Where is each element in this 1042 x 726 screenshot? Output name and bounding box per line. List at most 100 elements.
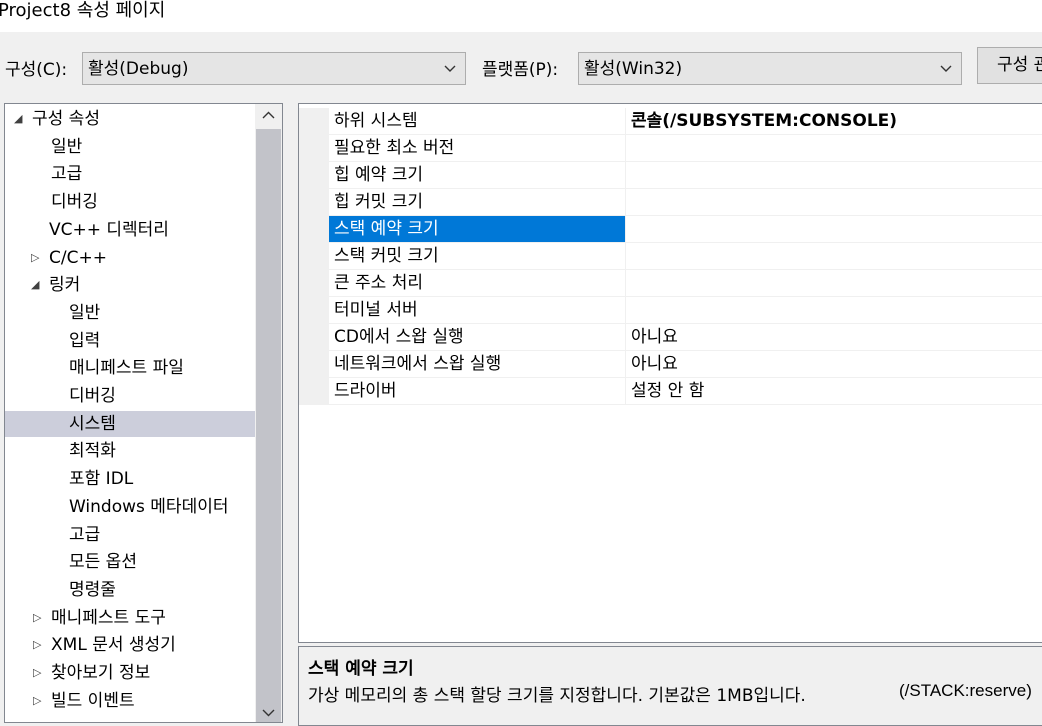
- tree-item[interactable]: ◢ 구성 속성: [5, 106, 256, 132]
- property-name[interactable]: 네트워크에서 스왑 실행: [329, 351, 626, 378]
- tree-item-label: 명령줄: [69, 579, 116, 600]
- tree-item-label: 링커: [49, 275, 81, 296]
- property-name[interactable]: 터미널 서버: [329, 297, 626, 324]
- tree-item[interactable]: 매니페스트 파일: [5, 355, 256, 381]
- row-gutter: [299, 216, 329, 243]
- tree-item[interactable]: ▷ C/C++: [5, 245, 256, 271]
- property-value[interactable]: [626, 270, 1042, 297]
- property-row[interactable]: 힙 커밋 크기: [299, 189, 1042, 216]
- tree-item[interactable]: 디버깅: [5, 383, 256, 409]
- tree-item[interactable]: 디버깅: [5, 189, 256, 215]
- tree-item-label: 디버깅: [69, 386, 116, 406]
- property-name[interactable]: 드라이버: [329, 378, 626, 405]
- description-title: 스택 예약 크기: [308, 659, 414, 679]
- property-row[interactable]: 필요한 최소 버전: [299, 135, 1042, 162]
- tree-item-label: VC++ 디렉터리: [49, 219, 169, 240]
- tree-item[interactable]: ▷ XML 문서 생성기: [5, 632, 256, 658]
- property-value[interactable]: 콘솔(/SUBSYSTEM:CONSOLE): [626, 108, 1042, 135]
- tree-item-label: 구성 속성: [32, 109, 100, 129]
- row-gutter: [299, 351, 329, 378]
- window-title: Project8 속성 페이지: [0, 0, 166, 21]
- tree-item-label: 일반: [51, 136, 83, 157]
- description-text: 가상 메모리의 총 스택 할당 크기를 지정합니다. 기본값은 1MB입니다.: [308, 686, 806, 706]
- tree-item-label: 입력: [69, 330, 101, 351]
- property-row[interactable]: 드라이버 설정 안 함: [299, 378, 1042, 405]
- property-name[interactable]: 힙 예약 크기: [329, 162, 626, 189]
- property-row[interactable]: 힙 예약 크기: [299, 162, 1042, 189]
- tree-item-label: 시스템: [69, 413, 116, 434]
- tree-item-label: 매니페스트 파일: [69, 358, 184, 379]
- property-value[interactable]: [626, 189, 1042, 216]
- tree-item[interactable]: VC++ 디렉터리: [5, 217, 256, 243]
- property-row[interactable]: 하위 시스템 콘솔(/SUBSYSTEM:CONSOLE): [299, 108, 1042, 135]
- property-value[interactable]: 아니요: [626, 324, 1042, 351]
- tree-item-label: C/C++: [49, 247, 107, 268]
- property-value[interactable]: [626, 297, 1042, 324]
- tree-item-label: 최적화: [69, 441, 116, 462]
- property-row[interactable]: 큰 주소 처리: [299, 270, 1042, 297]
- tree-item[interactable]: 포함 IDL: [5, 466, 256, 492]
- property-name[interactable]: 스택 예약 크기: [329, 216, 626, 243]
- property-name[interactable]: 하위 시스템: [329, 108, 626, 135]
- property-name[interactable]: CD에서 스왑 실행: [329, 324, 626, 351]
- property-grid: 하위 시스템 콘솔(/SUBSYSTEM:CONSOLE) 필요한 최소 버전 힙 예…: [298, 103, 1042, 643]
- config-value: 활성(Debug): [88, 59, 189, 79]
- property-tree[interactable]: ◢ 구성 속성 일반 고급 디버깅 VC++ 디렉터리 ▷ C/C++ ◢ 링커 일반 입력 매니페스트…: [4, 103, 283, 723]
- row-gutter: [299, 189, 329, 216]
- tree-item[interactable]: ◢ 링커: [5, 272, 256, 298]
- chevron-down-icon[interactable]: [261, 705, 276, 720]
- property-value[interactable]: [626, 135, 1042, 162]
- tree-item[interactable]: ▷ 매니페스트 도구: [5, 605, 256, 631]
- tree-item[interactable]: 일반: [5, 300, 256, 326]
- tree-item[interactable]: 시스템: [5, 410, 256, 437]
- property-value[interactable]: [626, 216, 1042, 243]
- tree-item[interactable]: 모든 옵션: [5, 549, 256, 575]
- title-bar: Project8 속성 페이지: [0, 0, 1042, 32]
- tree-item[interactable]: 고급: [5, 161, 256, 187]
- expand-arrow-icon[interactable]: ▷: [33, 605, 41, 631]
- tree-scrollbar[interactable]: [255, 104, 282, 722]
- property-name[interactable]: 힙 커밋 크기: [329, 189, 626, 216]
- property-value[interactable]: [626, 162, 1042, 189]
- row-gutter: [299, 135, 329, 162]
- row-gutter: [299, 162, 329, 189]
- property-name[interactable]: 필요한 최소 버전: [329, 135, 626, 162]
- chevron-up-icon[interactable]: [261, 108, 276, 123]
- platform-dropdown[interactable]: 활성(Win32): [578, 52, 962, 85]
- tree-item[interactable]: ▷ 빌드 이벤트: [5, 688, 256, 714]
- property-row[interactable]: 네트워크에서 스왑 실행 아니요: [299, 351, 1042, 378]
- collapse-arrow-icon[interactable]: ◢: [31, 272, 39, 298]
- tree-item[interactable]: 명령줄: [5, 577, 256, 603]
- expand-arrow-icon[interactable]: ▷: [33, 660, 41, 686]
- property-row[interactable]: 스택 커밋 크기: [299, 243, 1042, 270]
- property-value[interactable]: 아니요: [626, 351, 1042, 378]
- tree-item-label: Windows 메타데이터: [69, 496, 229, 517]
- expand-arrow-icon[interactable]: ▷: [33, 688, 41, 714]
- tree-item[interactable]: 일반: [5, 134, 256, 160]
- tree-item[interactable]: ▷ 찾아보기 정보: [5, 660, 256, 686]
- property-row[interactable]: 터미널 서버: [299, 297, 1042, 324]
- chevron-down-icon: [940, 65, 952, 72]
- scrollbar-thumb[interactable]: [256, 129, 281, 722]
- expand-arrow-icon[interactable]: ▷: [31, 245, 39, 271]
- property-name[interactable]: 스택 커밋 크기: [329, 243, 626, 270]
- property-name[interactable]: 큰 주소 처리: [329, 270, 626, 297]
- property-row[interactable]: 스택 예약 크기: [299, 216, 1042, 243]
- collapse-arrow-icon[interactable]: ◢: [14, 106, 22, 132]
- description-panel: 스택 예약 크기 가상 메모리의 총 스택 할당 크기를 지정합니다. 기본값은…: [298, 646, 1042, 726]
- row-gutter: [299, 324, 329, 351]
- tree-item[interactable]: Windows 메타데이터: [5, 494, 256, 520]
- expand-arrow-icon[interactable]: ▷: [33, 632, 41, 658]
- tree-item-label: 디버깅: [51, 192, 98, 213]
- row-gutter: [299, 297, 329, 324]
- tree-item[interactable]: 고급: [5, 522, 256, 548]
- tree-item[interactable]: 최적화: [5, 438, 256, 464]
- config-manager-button[interactable]: 구성 관리자: [977, 47, 1042, 84]
- platform-label: 플랫폼(P):: [482, 60, 559, 80]
- tree-item[interactable]: 입력: [5, 328, 256, 354]
- tree-item-label: 매니페스트 도구: [51, 607, 166, 628]
- property-row[interactable]: CD에서 스왑 실행 아니요: [299, 324, 1042, 351]
- config-dropdown[interactable]: 활성(Debug): [82, 52, 466, 85]
- property-value[interactable]: 설정 안 함: [626, 378, 1042, 405]
- property-value[interactable]: [626, 243, 1042, 270]
